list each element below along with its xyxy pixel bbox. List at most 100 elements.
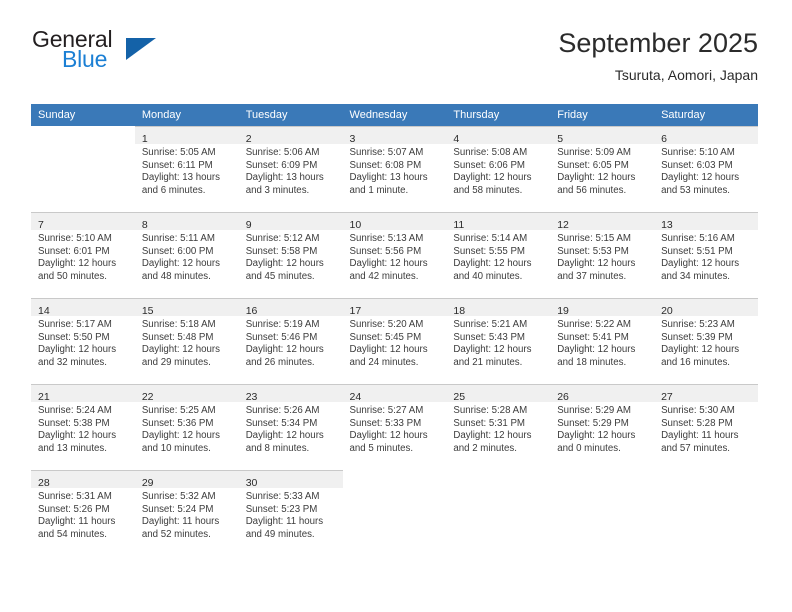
calendar-day-cell[interactable]: 22 Sunrise: 5:25 AM Sunset: 5:36 PM Dayligh… [134, 384, 239, 470]
day-number: 26 [557, 391, 569, 403]
day-cell-content: 14 Sunrise: 5:17 AM Sunset: 5:50 PM Dayligh… [31, 298, 135, 384]
daylight-text-line2: and 50 minutes. [38, 270, 107, 282]
day-number-bar: 27 [654, 385, 758, 403]
sunrise-text: Sunrise: 5:20 AM [349, 319, 424, 330]
calendar-day-cell[interactable]: 2 Sunrise: 5:06 AM Sunset: 6:09 PM Daylight… [238, 126, 343, 212]
calendar-day-cell[interactable]: 10 Sunrise: 5:13 AM Sunset: 5:56 PM Dayligh… [342, 212, 447, 298]
calendar-day-cell[interactable]: 14 Sunrise: 5:17 AM Sunset: 5:50 PM Dayligh… [31, 298, 135, 384]
daylight-text-line1: Daylight: 13 hours [141, 172, 220, 184]
day-number: 27 [661, 391, 673, 403]
calendar-day-cell[interactable]: 7 Sunrise: 5:10 AM Sunset: 6:01 PM Daylight… [31, 212, 135, 298]
day-number: 14 [38, 305, 50, 317]
calendar-day-cell[interactable]: 13 Sunrise: 5:16 AM Sunset: 5:51 PM Dayligh… [654, 212, 758, 298]
calendar-day-cell[interactable]: 25 Sunrise: 5:28 AM Sunset: 5:31 PM Dayligh… [446, 384, 551, 470]
calendar-day-cell[interactable]: 3 Sunrise: 5:07 AM Sunset: 6:08 PM Daylight… [342, 126, 447, 212]
sunrise-text: Sunrise: 5:15 AM [557, 233, 631, 244]
sunrise-text: Sunrise: 5:09 AM [557, 147, 631, 158]
calendar-day-cell[interactable]: 9 Sunrise: 5:12 AM Sunset: 5:58 PM Daylight… [238, 212, 343, 298]
daylight-text-line1: Daylight: 11 hours [245, 516, 324, 528]
daylight-text-line1: Daylight: 12 hours [38, 430, 117, 442]
day-details: Sunrise: 5:10 AM Sunset: 6:03 PM Daylight:… [654, 144, 758, 197]
calendar-day-cell[interactable]: 26 Sunrise: 5:29 AM Sunset: 5:29 PM Dayligh… [550, 384, 655, 470]
daylight-text-line1: Daylight: 13 hours [349, 172, 428, 184]
general-blue-logo[interactable]: General Blue [31, 26, 251, 86]
sunset-text: Sunset: 5:24 PM [141, 503, 214, 515]
day-number-bar: 3 [342, 127, 447, 145]
sunset-text: Sunset: 6:09 PM [245, 159, 318, 171]
day-number-bar: 30 [238, 471, 343, 489]
day-details: Sunrise: 5:07 AM Sunset: 6:08 PM Daylight:… [343, 144, 447, 197]
day-details: Sunrise: 5:13 AM Sunset: 5:56 PM Daylight:… [343, 230, 447, 283]
calendar-day-cell[interactable]: 8 Sunrise: 5:11 AM Sunset: 6:00 PM Daylight… [134, 212, 239, 298]
calendar-day-cell[interactable]: 28 Sunrise: 5:31 AM Sunset: 5:26 PM Dayligh… [31, 470, 135, 556]
daylight-text-line2: and 0 minutes. [557, 442, 621, 454]
day-number: 7 [38, 219, 44, 231]
calendar-day-cell[interactable]: 16 Sunrise: 5:19 AM Sunset: 5:46 PM Dayligh… [238, 298, 343, 384]
day-details: Sunrise: 5:05 AM Sunset: 6:11 PM Daylight:… [135, 144, 239, 197]
calendar-day-cell[interactable]: 17 Sunrise: 5:20 AM Sunset: 5:45 PM Dayligh… [342, 298, 447, 384]
calendar-day-cell[interactable]: 29 Sunrise: 5:32 AM Sunset: 5:24 PM Dayligh… [134, 470, 239, 556]
daylight-text-line2: and 53 minutes. [661, 184, 730, 196]
sunset-text: Sunset: 5:58 PM [245, 245, 318, 257]
calendar-day-cell[interactable]: 24 Sunrise: 5:27 AM Sunset: 5:33 PM Dayligh… [342, 384, 447, 470]
calendar-empty-cell [550, 470, 654, 556]
daylight-text-line2: and 58 minutes. [453, 184, 523, 196]
sunset-text: Sunset: 5:56 PM [349, 245, 422, 257]
day-cell-content: 9 Sunrise: 5:12 AM Sunset: 5:58 PM Daylight… [238, 212, 343, 298]
daylight-text-line1: Daylight: 12 hours [453, 258, 532, 270]
day-cell-content: 11 Sunrise: 5:14 AM Sunset: 5:55 PM Dayligh… [446, 212, 551, 298]
day-number: 29 [141, 477, 154, 489]
calendar-day-cell[interactable]: 23 Sunrise: 5:26 AM Sunset: 5:34 PM Dayligh… [238, 384, 343, 470]
day-cell-content: 6 Sunrise: 5:10 AM Sunset: 6:03 PM Daylight… [654, 126, 758, 212]
day-details: Sunrise: 5:08 AM Sunset: 6:06 PM Daylight:… [446, 144, 550, 197]
calendar-day-cell[interactable]: 30 Sunrise: 5:33 AM Sunset: 5:23 PM Dayligh… [238, 470, 343, 556]
calendar-day-cell[interactable]: 5 Sunrise: 5:09 AM Sunset: 6:05 PM Daylight… [550, 126, 655, 212]
daylight-text-line1: Daylight: 12 hours [38, 344, 117, 356]
day-number-bar: 8 [134, 213, 239, 231]
day-number: 10 [349, 219, 362, 231]
sunrise-text: Sunrise: 5:10 AM [661, 147, 735, 158]
day-details: Sunrise: 5:32 AM Sunset: 5:24 PM Daylight:… [135, 488, 239, 541]
day-cell-content: 16 Sunrise: 5:19 AM Sunset: 5:46 PM Dayligh… [238, 298, 343, 384]
calendar-day-cell[interactable]: 6 Sunrise: 5:10 AM Sunset: 6:03 PM Daylight… [654, 126, 758, 212]
calendar-empty-cell [31, 126, 135, 212]
calendar-day-cell[interactable]: 12 Sunrise: 5:15 AM Sunset: 5:53 PM Dayligh… [550, 212, 655, 298]
day-details: Sunrise: 5:24 AM Sunset: 5:38 PM Daylight:… [31, 402, 135, 455]
calendar-empty-cell [446, 470, 550, 556]
calendar-day-cell[interactable]: 1 Sunrise: 5:05 AM Sunset: 6:11 PM Daylight… [134, 126, 239, 212]
sunrise-text: Sunrise: 5:10 AM [38, 233, 112, 244]
day-number-bar: 20 [654, 299, 758, 317]
calendar-day-cell[interactable]: 21 Sunrise: 5:24 AM Sunset: 5:38 PM Dayligh… [31, 384, 135, 470]
weekday-header-thursday: Thursday [446, 104, 551, 126]
daylight-text-line2: and 32 minutes. [38, 356, 107, 368]
day-details: Sunrise: 5:18 AM Sunset: 5:48 PM Daylight:… [135, 316, 239, 369]
daylight-text-line2: and 45 minutes. [245, 270, 315, 282]
calendar-day-cell[interactable]: 19 Sunrise: 5:22 AM Sunset: 5:41 PM Dayligh… [550, 298, 655, 384]
calendar-day-cell[interactable]: 15 Sunrise: 5:18 AM Sunset: 5:48 PM Dayligh… [134, 298, 239, 384]
day-number: 21 [38, 391, 50, 403]
sunrise-text: Sunrise: 5:06 AM [245, 147, 320, 158]
calendar-day-cell[interactable]: 27 Sunrise: 5:30 AM Sunset: 5:28 PM Dayligh… [654, 384, 758, 470]
day-details: Sunrise: 5:27 AM Sunset: 5:33 PM Daylight:… [343, 402, 447, 455]
calendar-day-cell[interactable]: 20 Sunrise: 5:23 AM Sunset: 5:39 PM Dayligh… [654, 298, 758, 384]
calendar-table: Sunday Monday Tuesday Wednesday Thursday… [31, 104, 758, 556]
calendar-day-cell[interactable]: 4 Sunrise: 5:08 AM Sunset: 6:06 PM Daylight… [446, 126, 551, 212]
day-number-bar: 15 [134, 299, 239, 317]
daylight-text-line2: and 26 minutes. [245, 356, 315, 368]
daylight-text-line2: and 29 minutes. [141, 356, 211, 368]
daylight-text-line2: and 40 minutes. [453, 270, 523, 282]
day-cell-content: 19 Sunrise: 5:22 AM Sunset: 5:41 PM Dayligh… [550, 298, 655, 384]
sunrise-text: Sunrise: 5:25 AM [141, 405, 216, 416]
day-cell-content: 10 Sunrise: 5:13 AM Sunset: 5:56 PM Dayligh… [342, 212, 447, 298]
calendar-empty-cell [343, 470, 447, 556]
sunset-text: Sunset: 5:45 PM [349, 331, 422, 343]
sunset-text: Sunset: 6:03 PM [661, 159, 733, 171]
day-cell-content: 3 Sunrise: 5:07 AM Sunset: 6:08 PM Daylight… [342, 126, 447, 212]
day-details: Sunrise: 5:22 AM Sunset: 5:41 PM Daylight:… [550, 316, 654, 369]
calendar-day-cell[interactable]: 18 Sunrise: 5:21 AM Sunset: 5:43 PM Dayligh… [446, 298, 551, 384]
daylight-text-line1: Daylight: 12 hours [349, 430, 428, 442]
calendar-day-cell[interactable]: 11 Sunrise: 5:14 AM Sunset: 5:55 PM Dayligh… [446, 212, 551, 298]
calendar-empty-cell [654, 470, 758, 556]
day-number-bar: 16 [238, 299, 343, 317]
daylight-text-line2: and 6 minutes. [141, 184, 206, 196]
